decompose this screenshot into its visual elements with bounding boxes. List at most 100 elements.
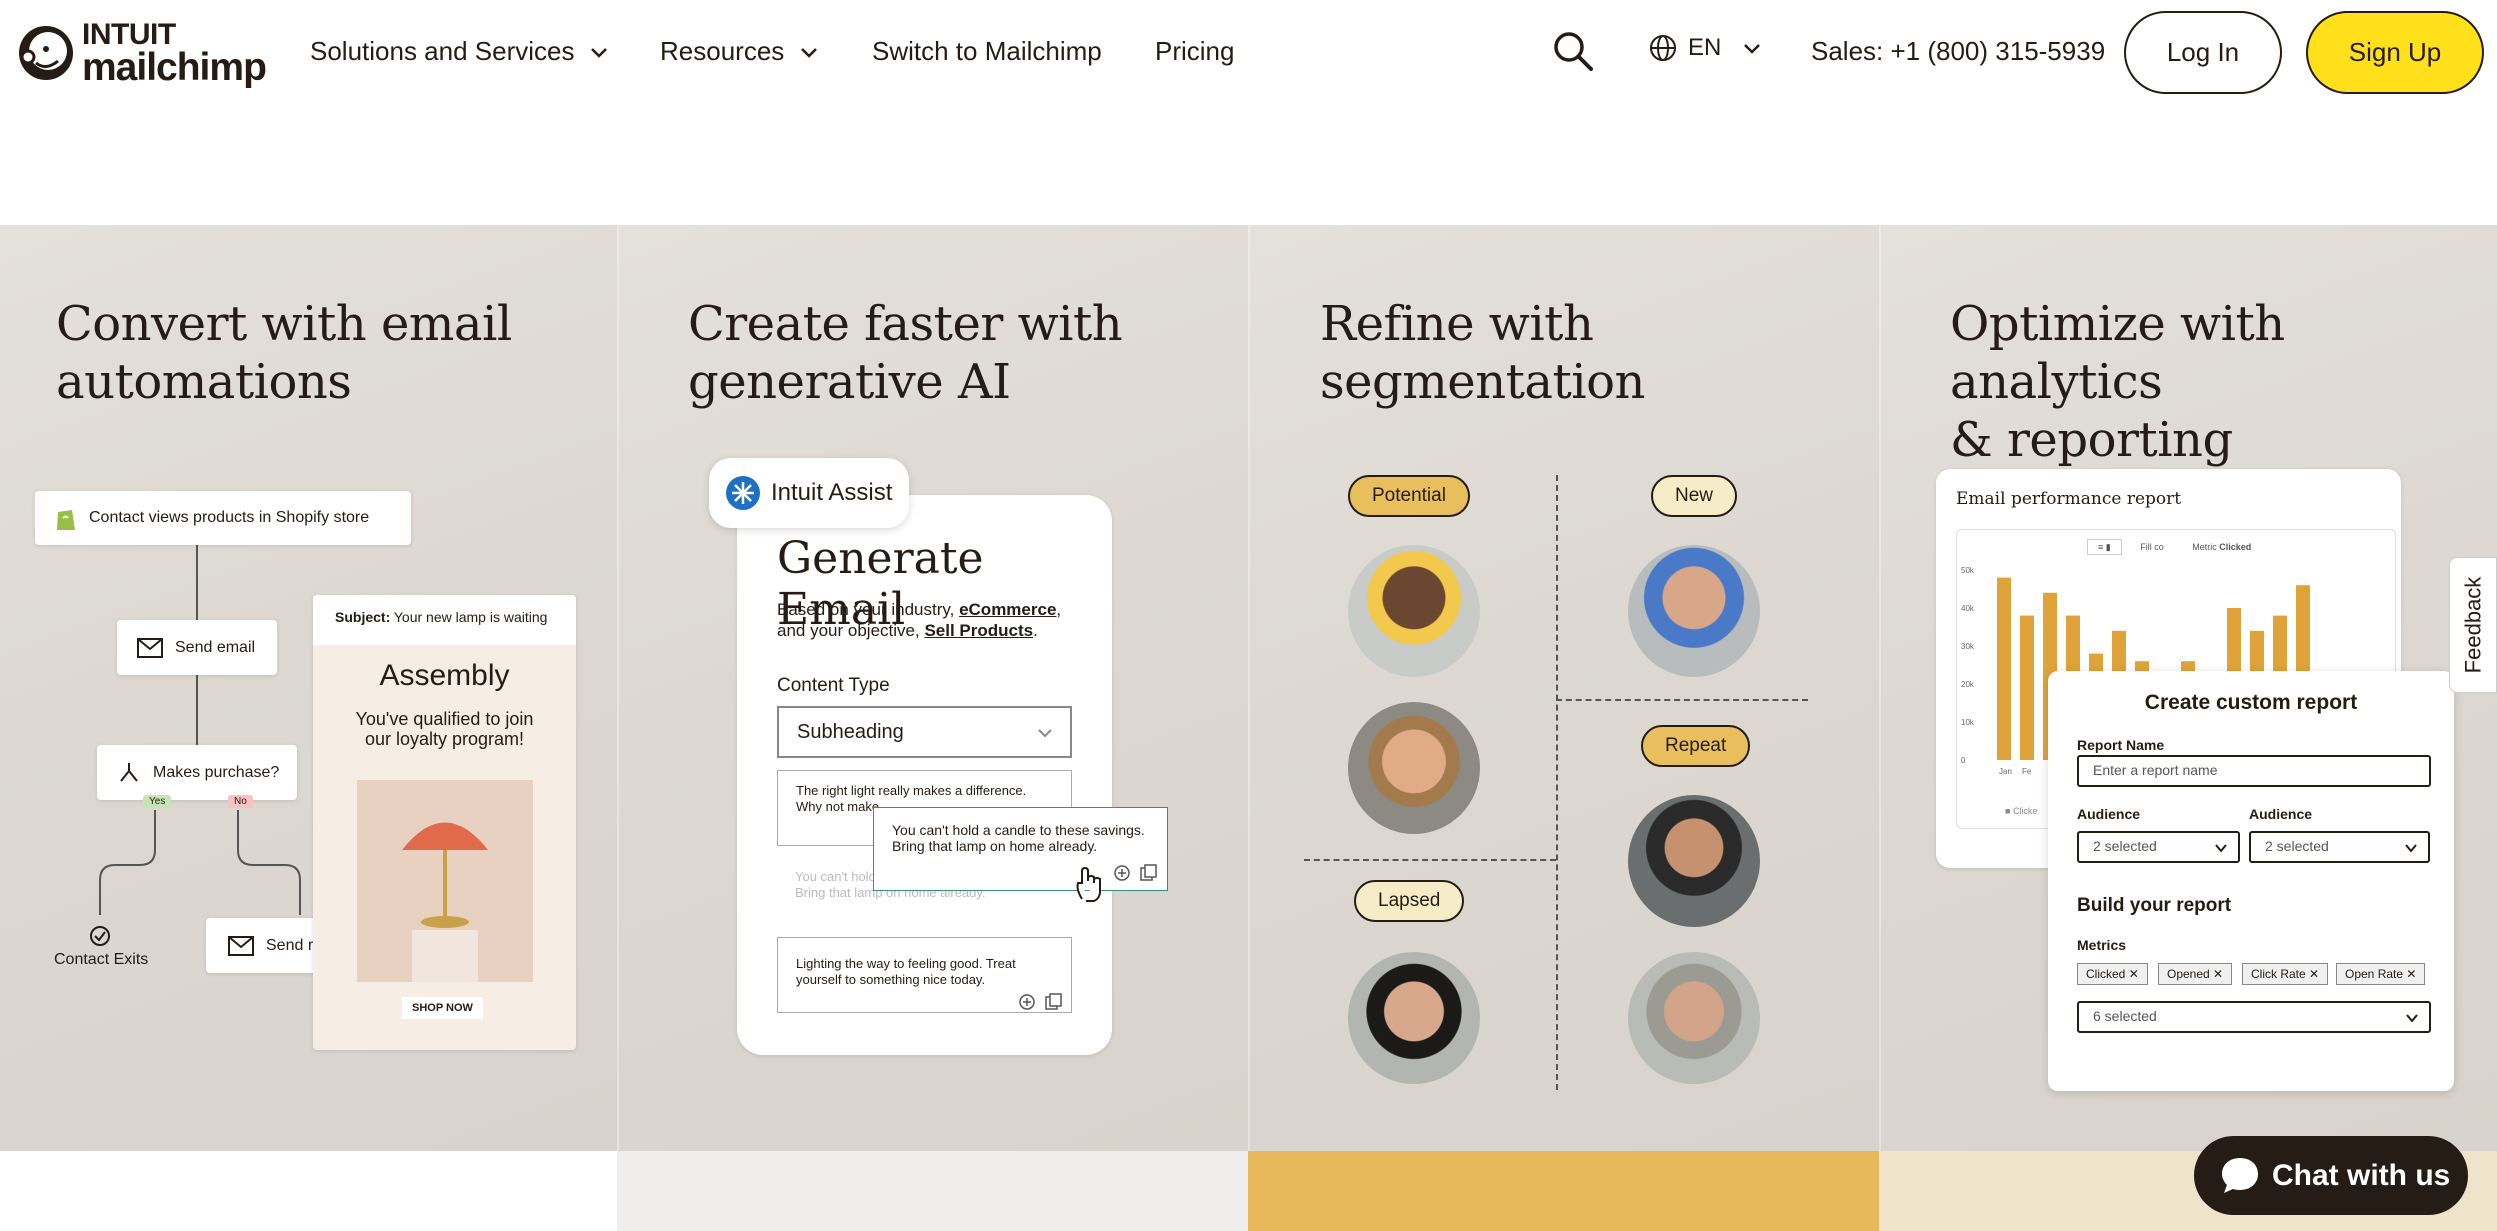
email-preview: Subject: Your new lamp is waiting Assemb… (313, 595, 576, 1050)
chevron-down-icon (591, 47, 608, 58)
nav-switch[interactable]: Switch to Mailchimp (872, 36, 1102, 67)
create-custom-report-panel: Create custom report Report Name Enter a… (2048, 671, 2454, 1091)
toolbar-metric: Metric (2192, 542, 2217, 552)
send-email-step: Send email (117, 620, 277, 675)
avatar (1628, 795, 1760, 927)
email-body: You've qualified to join our loyalty pro… (355, 709, 534, 749)
panel-segmentation: Refine with segmentation Potential New R… (1248, 225, 1879, 1151)
nav-pricing-label: Pricing (1155, 36, 1235, 66)
lamp-image (357, 780, 533, 982)
search-icon[interactable] (1550, 28, 1596, 74)
content-type-select[interactable]: Subheading (777, 706, 1072, 758)
signup-button[interactable]: Sign Up (2306, 11, 2484, 94)
report-title: Email performance report (1956, 489, 2182, 509)
check-circle-icon (90, 926, 110, 946)
intuit-assist-badge: Intuit Assist (709, 458, 909, 528)
avatar (1348, 545, 1480, 677)
content-type-value: Subheading (797, 721, 904, 743)
nav-solutions[interactable]: Solutions and Services (310, 36, 610, 67)
segment-divider-vertical (1556, 475, 1558, 1090)
feedback-label: Feedback (2460, 576, 2485, 674)
sales-phone-link[interactable]: Sales: +1 (800) 315-5939 (1811, 36, 2105, 67)
language-selector[interactable]: EN (1648, 33, 1763, 63)
panel-title-line2: & reporting (1950, 412, 2233, 468)
strip-2 (617, 1151, 1248, 1231)
panel-title: Refine with segmentation (1320, 295, 1645, 411)
segment-repeat-pill: Repeat (1641, 725, 1751, 767)
popup-text: You can't hold a candle to these savings… (892, 822, 1145, 854)
branch-icon (120, 762, 138, 782)
chat-button[interactable]: Chat with us (2194, 1136, 2468, 1215)
intuit-assist-label: Intuit Assist (771, 479, 893, 506)
shopify-icon (57, 510, 75, 530)
x-tick-label: Fe (2022, 767, 2032, 776)
desc-mid: and your objective, (777, 621, 920, 640)
strip-3 (1248, 1151, 1879, 1231)
metrics-select[interactable]: 6 selected (2077, 1001, 2431, 1033)
send-email-label: Send email (175, 638, 256, 656)
metric-tag-open-rate[interactable]: Open Rate ✕ (2336, 963, 2426, 985)
nav-solutions-label: Solutions and Services (310, 36, 575, 66)
legend-label: ■ Clicke (2005, 806, 2038, 816)
chevron-down-icon (1038, 729, 1052, 738)
audience-select[interactable]: 2 selected (2249, 831, 2430, 863)
avatar (1348, 952, 1480, 1084)
avatar (1628, 545, 1760, 677)
metric-tag-opened[interactable]: Opened ✕ (2158, 963, 2233, 985)
hand-cursor-icon (1076, 867, 1101, 902)
chart-bar (2020, 615, 2034, 760)
nav-resources[interactable]: Resources (660, 36, 820, 67)
ai-suggestion-popup[interactable]: You can't hold a candle to these savings… (873, 807, 1168, 891)
no-badge: No (228, 795, 253, 808)
nav-pricing[interactable]: Pricing (1155, 36, 1234, 67)
panel-title-line2: generative AI (688, 354, 1011, 410)
panel-title: Optimize with analytics & reporting (1950, 295, 2497, 469)
segment-lapsed-pill: Lapsed (1354, 880, 1465, 922)
metric-tag-clicked[interactable]: Clicked ✕ (2077, 963, 2148, 985)
panel-analytics: Optimize with analytics & reporting Emai… (1879, 225, 2497, 1151)
envelope-icon (137, 637, 163, 658)
objective-link[interactable]: Sell Products (924, 621, 1033, 640)
metric-tag-click-rate[interactable]: Click Rate ✕ (2242, 963, 2329, 985)
panel-title-line1: Refine with (1320, 296, 1594, 352)
panel-title-line1: Optimize with analytics (1950, 296, 2285, 410)
language-label: EN (1688, 34, 1722, 61)
chat-bubble-icon (2222, 1158, 2258, 1193)
workflow-trigger-card: Contact views products in Shopify store (35, 491, 411, 545)
shop-now-button: SHOP NOW (402, 997, 483, 1019)
subject-label: Subject: (335, 609, 391, 625)
panel-automations: Convert with email automations Contact v… (0, 225, 631, 1151)
avatar (1628, 952, 1760, 1084)
industry-link[interactable]: eCommerce (959, 600, 1056, 619)
y-tick-label: 10k (1961, 718, 1975, 727)
segment-divider-bottom (1304, 859, 1556, 861)
toolbar-metric-value: Clicked (2219, 542, 2252, 552)
freddie-icon (19, 26, 73, 80)
feedback-tab[interactable]: Feedback (2449, 557, 2497, 693)
segment-new-pill: New (1651, 475, 1738, 517)
add-copy-icons[interactable] (1019, 993, 1063, 1011)
audience-value: 2 selected (2093, 838, 2157, 854)
y-tick-label: 0 (1961, 756, 1966, 765)
intuit-wordmark: INTUIT (82, 17, 176, 51)
metric-tag-text: Opened (2167, 967, 2210, 981)
avatar (1348, 702, 1480, 834)
chevron-down-icon (2405, 844, 2417, 853)
login-button[interactable]: Log In (2124, 11, 2282, 94)
report-name-label: Report Name (2077, 737, 2165, 753)
nav-resources-label: Resources (660, 36, 785, 66)
legend-text: Clicke (2012, 806, 2038, 816)
add-copy-icons[interactable] (1114, 864, 1158, 882)
audience-select[interactable]: 2 selected (2077, 831, 2240, 863)
report-toolbar: ≡ ▮ Fill co Metric Clicked (2087, 539, 2252, 555)
y-tick-label: 50k (1961, 566, 1975, 575)
metrics-selected-value: 6 selected (2093, 1008, 2157, 1024)
panel-title-line1: Create faster with (688, 296, 1123, 352)
mailchimp-logo[interactable]: INTUIT mailchimp (16, 17, 267, 89)
toolbar-toggle[interactable]: ≡ ▮ (2087, 539, 2122, 555)
report-name-input[interactable]: Enter a report name (2077, 755, 2431, 787)
segment-potential-pill: Potential (1348, 475, 1470, 517)
condition-step: Makes purchase? (97, 745, 297, 800)
content-type-label: Content Type (777, 675, 890, 696)
panel-title-line2: segmentation (1320, 354, 1645, 410)
